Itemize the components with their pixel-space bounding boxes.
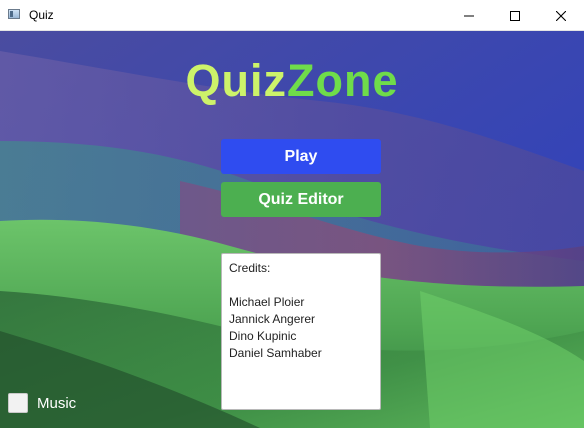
app-icon	[8, 9, 20, 19]
credits-name: Daniel Samhaber	[229, 346, 322, 360]
main-content: QuizZone Play Quiz Editor Credits: Micha…	[0, 31, 584, 428]
credits-box: Credits: Michael Ploier Jannick Angerer …	[221, 253, 381, 410]
app-logo: QuizZone	[0, 56, 584, 106]
logo-quiz-text: Quiz	[185, 55, 287, 106]
window-title: Quiz	[29, 8, 54, 22]
minimize-button[interactable]	[446, 0, 492, 31]
maximize-button[interactable]	[492, 0, 538, 31]
close-icon	[556, 10, 566, 21]
credits-name: Michael Ploier	[229, 295, 305, 309]
music-checkbox[interactable]	[8, 393, 28, 413]
maximize-icon	[510, 10, 520, 21]
credits-heading: Credits:	[229, 261, 271, 275]
music-label: Music	[37, 394, 77, 412]
title-bar: Quiz	[0, 0, 584, 31]
credits-name: Jannick Angerer	[229, 312, 316, 326]
credits-name: Dino Kupinic	[229, 329, 297, 343]
app-window: Quiz QuizZone Play Quiz Editor Credits: …	[0, 0, 584, 428]
play-button[interactable]: Play	[221, 139, 381, 174]
minimize-icon	[464, 15, 474, 16]
close-button[interactable]	[538, 0, 584, 31]
logo-zone-text: Zone	[287, 55, 399, 106]
music-toggle[interactable]: Music	[8, 393, 76, 413]
quiz-editor-button[interactable]: Quiz Editor	[221, 182, 381, 217]
